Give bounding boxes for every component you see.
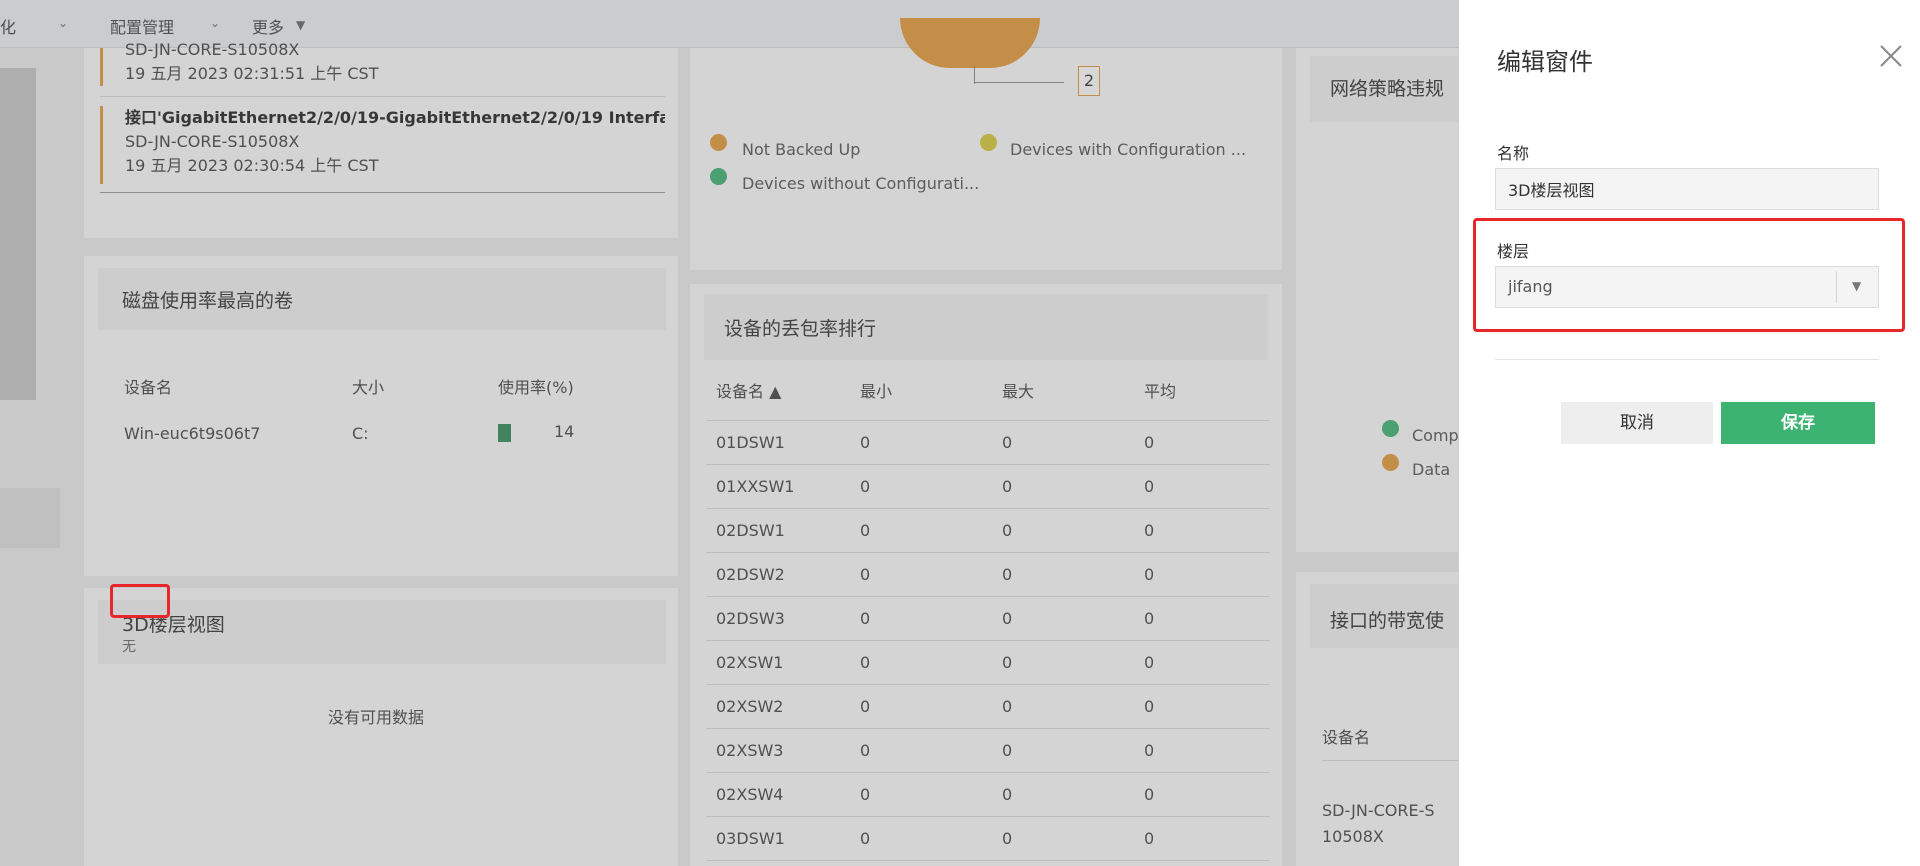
save-button[interactable]: 保存	[1721, 402, 1875, 444]
drawer-title: 编辑窗件	[1497, 48, 1593, 76]
divider	[1495, 359, 1879, 360]
cancel-button[interactable]: 取消	[1561, 402, 1713, 444]
modal-backdrop[interactable]	[0, 0, 1460, 866]
highlight-box	[1473, 218, 1905, 332]
highlight-box	[110, 584, 170, 618]
name-field-label: 名称	[1497, 144, 1530, 163]
close-icon[interactable]	[1875, 40, 1907, 72]
name-input[interactable]	[1495, 168, 1879, 210]
edit-widget-drawer: 编辑窗件 名称 楼层 jifang ▼ 取消 保存	[1458, 0, 1920, 866]
